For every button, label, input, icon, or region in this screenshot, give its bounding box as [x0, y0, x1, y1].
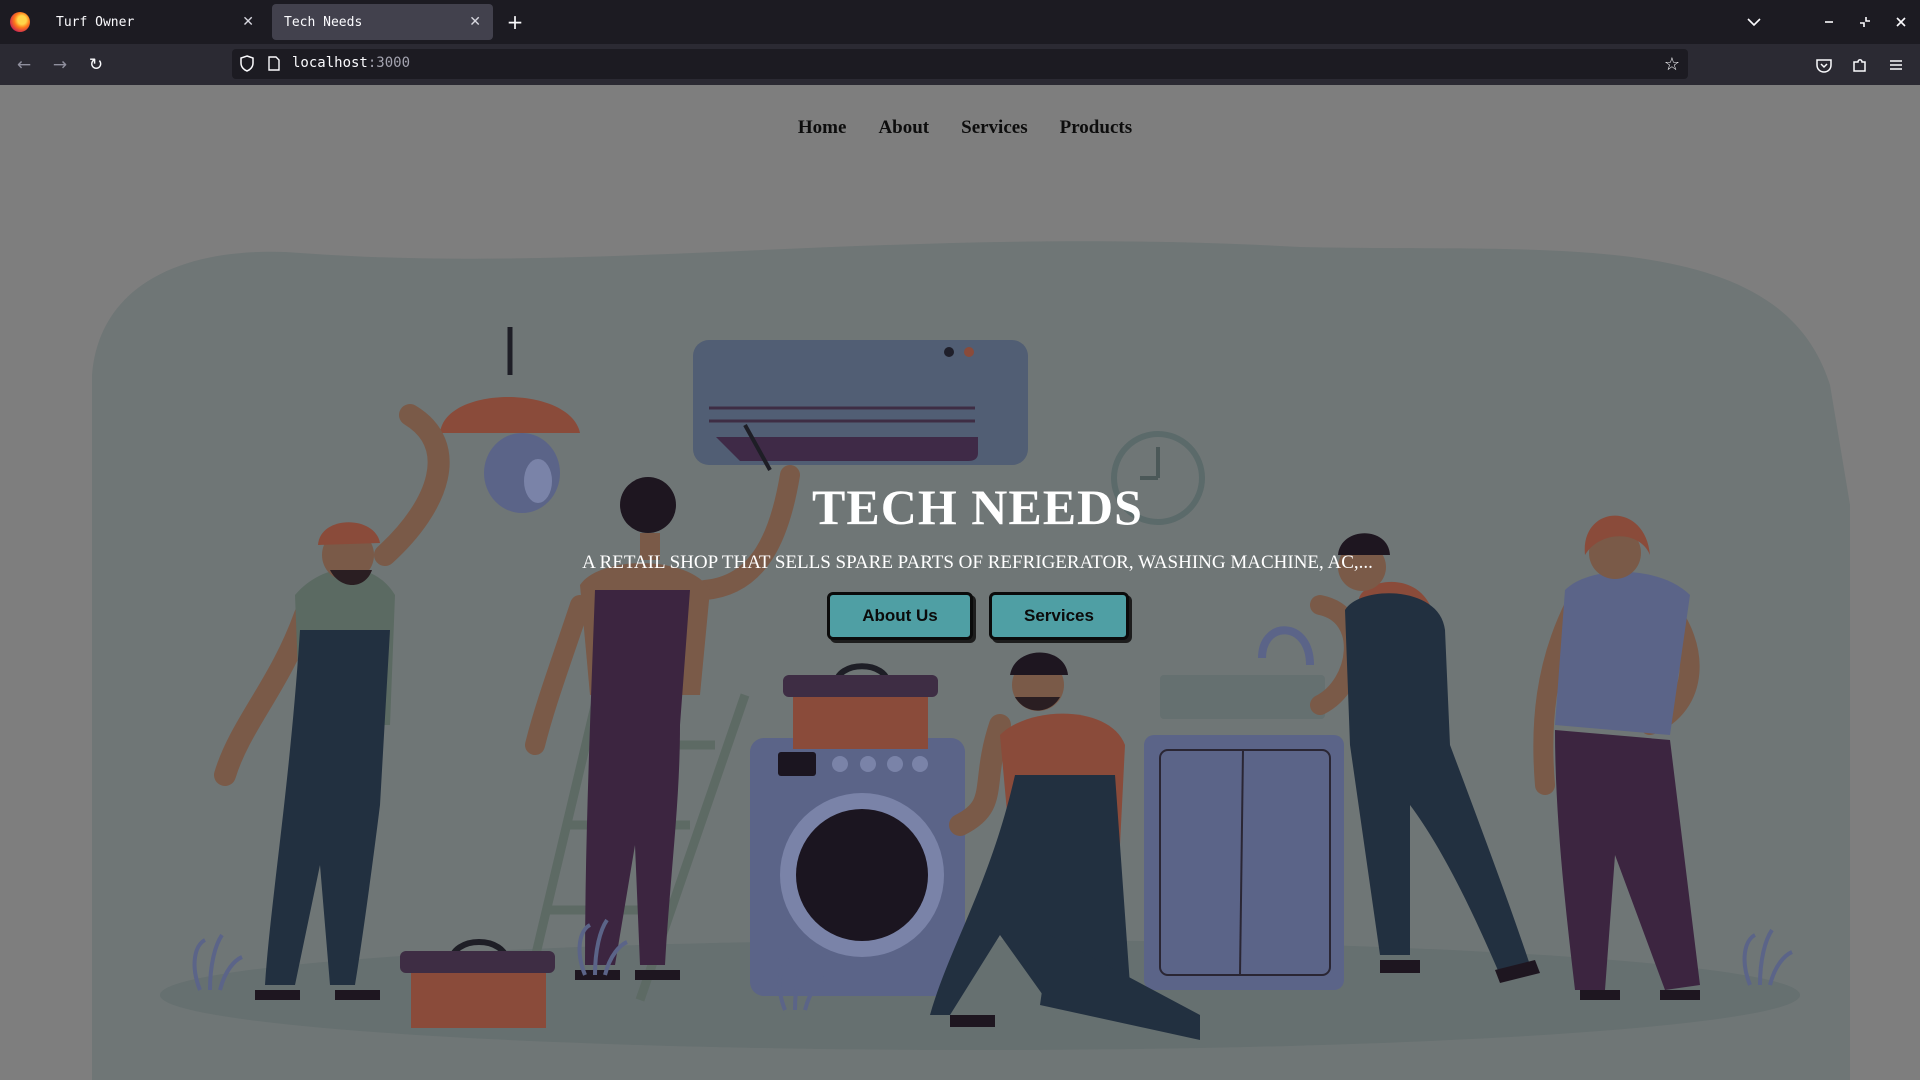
- reload-icon[interactable]: ↻: [83, 52, 109, 78]
- forward-arrow-icon[interactable]: →: [47, 52, 73, 78]
- page-info-icon[interactable]: [268, 56, 280, 76]
- about-us-button[interactable]: About Us: [827, 592, 973, 640]
- services-button[interactable]: Services: [989, 592, 1129, 640]
- air-conditioner-unit: [693, 340, 1028, 465]
- address-bar[interactable]: localhost:3000 ☆: [232, 49, 1688, 79]
- close-tab-icon[interactable]: ✕: [242, 14, 254, 30]
- pocket-icon[interactable]: [1813, 54, 1835, 76]
- url-text[interactable]: localhost:3000: [292, 55, 410, 71]
- tracking-shield-icon[interactable]: [240, 55, 254, 77]
- minimize-window-icon[interactable]: [1814, 8, 1844, 36]
- tab-title: Tech Needs: [284, 14, 363, 30]
- firefox-logo-icon: [10, 12, 30, 32]
- toolbox-on-washer: [783, 663, 938, 749]
- bookmark-star-icon[interactable]: ☆: [1664, 54, 1680, 75]
- hero-subtitle: A RETAIL SHOP THAT SELLS SPARE PARTS OF …: [582, 552, 1373, 573]
- close-window-icon[interactable]: [1886, 8, 1916, 36]
- new-tab-plus-icon[interactable]: +: [500, 8, 530, 36]
- browser-tab-tech-needs[interactable]: Tech Needs ✕: [272, 4, 493, 40]
- close-tab-icon[interactable]: ✕: [469, 14, 481, 30]
- browser-toolbar: ← → ↻ localhost:3000 ☆: [0, 44, 1920, 85]
- url-host: localhost: [292, 55, 368, 71]
- extensions-puzzle-icon[interactable]: [1849, 54, 1871, 76]
- browser-tab-turf-owner[interactable]: Turf Owner ✕: [44, 4, 266, 40]
- app-menu-hamburger-icon[interactable]: [1885, 54, 1907, 76]
- hero-title: TECH NEEDS: [812, 479, 1143, 535]
- tab-title: Turf Owner: [56, 14, 135, 30]
- back-arrow-icon[interactable]: ←: [11, 52, 37, 78]
- list-all-tabs-chevron-icon[interactable]: [1739, 8, 1769, 36]
- toolbox-on-floor: [400, 939, 555, 1028]
- url-port: :3000: [367, 55, 411, 71]
- washing-machine: [750, 738, 965, 996]
- restore-window-icon[interactable]: [1850, 8, 1880, 36]
- browser-tab-strip: Turf Owner ✕ Tech Needs ✕ +: [0, 0, 1920, 44]
- sink-cabinet: [1144, 626, 1344, 990]
- technicians-illustration: [92, 241, 1850, 1080]
